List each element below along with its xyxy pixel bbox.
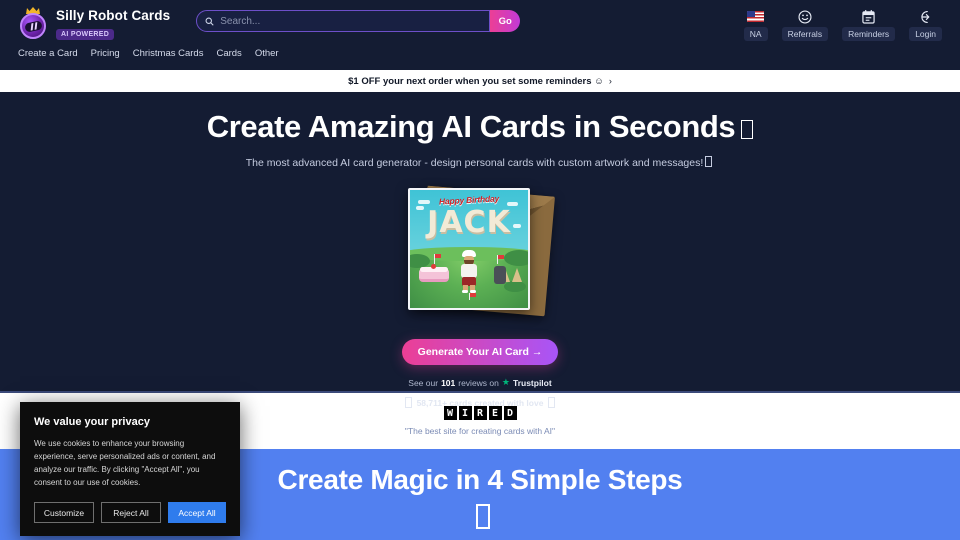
promo-text: $1 OFF your next order when you set some…	[348, 75, 604, 87]
cookie-reject-all-button[interactable]: Reject All	[101, 502, 161, 523]
login-button[interactable]: Login	[909, 9, 942, 41]
wired-letter-r: R	[473, 406, 487, 420]
site-header: Silly Robot Cards AI POWERED Go	[0, 0, 960, 70]
nav-item-other[interactable]: Other	[255, 48, 279, 59]
calendar-clipboard-icon	[862, 9, 875, 24]
golf-flag-icon	[469, 293, 476, 300]
hero-headline-emoji-icon	[741, 120, 754, 139]
bush-shape	[504, 281, 526, 292]
search-go-button[interactable]: Go	[490, 10, 521, 32]
hero-section: Create Amazing AI Cards in Seconds The m…	[0, 92, 960, 408]
reminders-button[interactable]: Reminders	[842, 9, 896, 41]
cookie-accept-all-button[interactable]: Accept All	[168, 502, 226, 523]
trustpilot-rating[interactable]: See our 101 reviews on ★ Trustpilot	[0, 377, 960, 388]
reminders-label: Reminders	[842, 27, 896, 41]
steps-emoji-icon	[476, 504, 490, 529]
cookie-body: We use cookies to enhance your browsing …	[34, 439, 216, 487]
cards-created-text: 58,711+ cards created with love	[416, 397, 544, 408]
hero-subheadline: The most advanced AI card generator - de…	[0, 156, 960, 169]
cookie-buttons: Customize Reject All Accept All	[34, 502, 226, 523]
search-box[interactable]	[196, 10, 491, 32]
main-nav: Create a Card Pricing Christmas Cards Ca…	[0, 41, 960, 59]
nav-item-christmas-cards[interactable]: Christmas Cards	[133, 48, 204, 59]
promo-banner[interactable]: $1 OFF your next order when you set some…	[0, 70, 960, 92]
hero-subheadline-text: The most advanced AI card generator - de…	[245, 157, 704, 169]
trustpilot-brand: Trustpilot	[512, 377, 552, 388]
wired-logo: W I R E D	[443, 406, 517, 420]
page-root: Silly Robot Cards AI POWERED Go	[0, 0, 960, 540]
golf-flag-icon	[497, 255, 504, 264]
us-flag-icon	[747, 9, 765, 24]
nav-item-pricing[interactable]: Pricing	[91, 48, 120, 59]
cookie-consent-banner: We value your privacy We use cookies to …	[20, 402, 240, 536]
smiley-face-icon	[798, 9, 812, 24]
chevron-right-icon: ›	[608, 76, 612, 86]
nav-item-cards[interactable]: Cards	[216, 48, 241, 59]
wired-letter-e: E	[488, 406, 502, 420]
trust-middle: reviews on	[458, 377, 499, 388]
trust-review-count: 101	[441, 377, 456, 388]
birthday-card-image: Happy Birthday JACK	[408, 188, 530, 310]
brand-text: Silly Robot Cards AI POWERED	[56, 7, 170, 41]
referrals-label: Referrals	[781, 27, 829, 41]
login-label: Login	[909, 27, 942, 41]
cookie-title: We value your privacy	[34, 416, 150, 428]
robot-head-icon	[20, 13, 46, 39]
generate-card-button[interactable]: Generate Your AI Card →	[402, 339, 558, 365]
golfer-character	[459, 250, 479, 293]
referrals-button[interactable]: Referrals	[781, 9, 829, 41]
golf-flag-icon	[434, 254, 441, 264]
press-quote: "The best site for creating cards with A…	[404, 426, 556, 436]
wired-letter-d: D	[503, 406, 517, 420]
haystack-graphic	[512, 268, 522, 282]
wired-letter-i: I	[458, 406, 472, 420]
robot-crown-logo-icon	[18, 7, 48, 39]
brand[interactable]: Silly Robot Cards AI POWERED	[18, 7, 170, 41]
bush-shape	[504, 250, 528, 266]
search-icon	[205, 17, 214, 26]
search-input[interactable]	[220, 15, 482, 27]
login-arrow-icon	[920, 10, 929, 23]
cookie-customize-button[interactable]: Customize	[34, 502, 94, 523]
hero-headline-text: Create Amazing AI Cards in Seconds	[206, 109, 736, 144]
region-label: NA	[743, 27, 768, 41]
trust-prefix: See our	[408, 377, 439, 388]
wired-letter-w: W	[443, 406, 457, 420]
arrow-right-icon: →	[531, 346, 543, 358]
golf-bag-graphic	[494, 266, 506, 284]
page-title: Create Amazing AI Cards in Seconds	[0, 109, 960, 145]
nav-item-create-a-card[interactable]: Create a Card	[18, 48, 78, 59]
card-recipient-name: JACK	[427, 205, 511, 240]
header-top-row: Silly Robot Cards AI POWERED Go	[0, 0, 960, 41]
hero-subheadline-emoji-icon	[705, 156, 713, 167]
sparkle-emoji-icon	[404, 397, 412, 408]
brand-name: Silly Robot Cards	[56, 8, 171, 23]
cake-graphic	[419, 262, 449, 282]
cta-label: Generate Your AI Card	[417, 346, 529, 358]
header-actions: NA Referrals Reminders Login	[743, 7, 942, 41]
region-selector[interactable]: NA	[743, 9, 768, 41]
trustpilot-star-icon: ★	[501, 377, 510, 387]
hero-card-preview[interactable]: Happy Birthday JACK	[400, 183, 560, 323]
search-area: Go	[196, 10, 521, 32]
heart-emoji-icon	[548, 397, 556, 408]
robot-visor-icon	[23, 19, 43, 33]
ai-powered-badge: AI POWERED	[56, 29, 115, 40]
